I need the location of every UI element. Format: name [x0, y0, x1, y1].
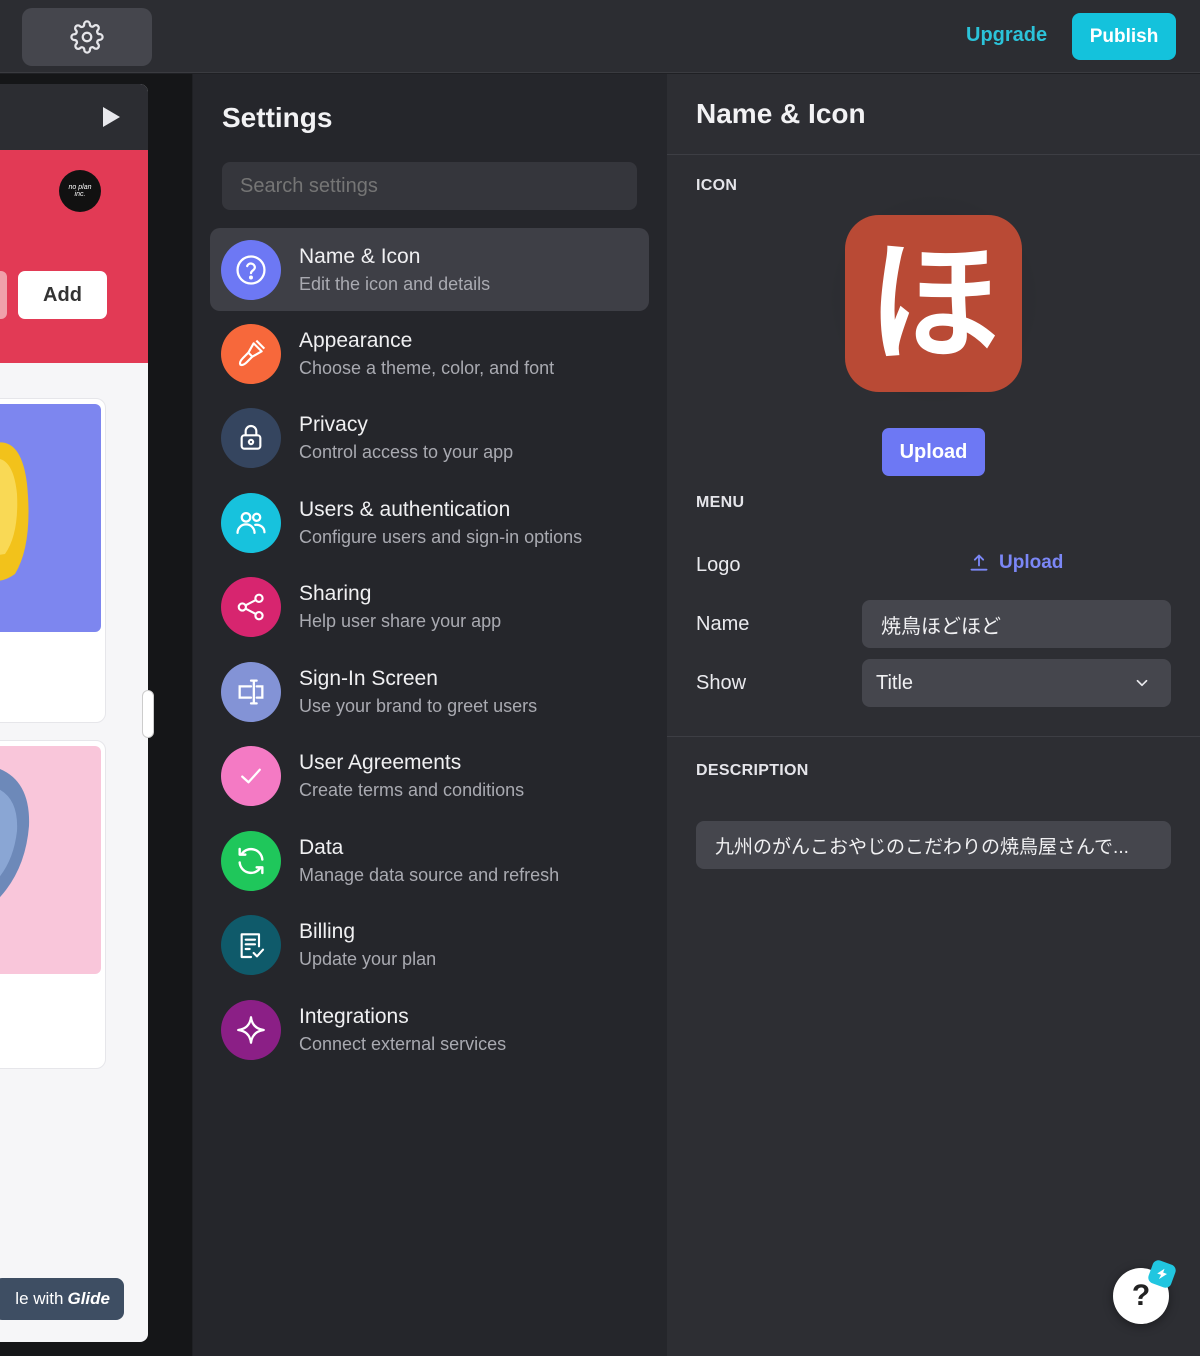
nav-icon-circle [221, 324, 281, 384]
description-section-label: DESCRIPTION [696, 762, 809, 779]
users-icon [236, 511, 266, 535]
show-select[interactable]: Title [862, 659, 1171, 707]
logo-upload-label: Upload [999, 552, 1064, 573]
nav-item-sharing[interactable]: Sharing Help user share your app [210, 565, 649, 648]
upgrade-link[interactable]: Upgrade [966, 24, 1047, 47]
logo-upload-button[interactable]: Upload [969, 552, 1063, 574]
nav-item-label: Name & Icon [299, 245, 421, 268]
description-input[interactable]: 九州のがんこおやじのこだわりの焼鳥屋さんで... [696, 821, 1171, 869]
divider [667, 154, 1200, 155]
sparkle-icon [237, 1016, 265, 1044]
preview-button-stub[interactable] [0, 271, 7, 319]
preview-card[interactable] [0, 398, 106, 723]
nav-icon-circle [221, 1000, 281, 1060]
show-label: Show [696, 672, 747, 694]
publish-button[interactable]: Publish [1072, 13, 1176, 60]
nav-item-description: Use your brand to greet users [299, 696, 538, 716]
nav-item-description: Configure users and sign-in options [299, 527, 583, 547]
sign-in-icon [238, 679, 264, 705]
settings-title: Settings [222, 102, 333, 133]
settings-panel: Settings Name & Icon Edit the icon and d… [193, 74, 667, 1356]
nav-item-description: Choose a theme, color, and font [299, 358, 555, 378]
top-bar: Upgrade Publish [0, 0, 1200, 73]
icon-upload-button[interactable]: Upload [882, 428, 985, 476]
made-with-text: le with [15, 1289, 64, 1308]
nav-item-label: Users & authentication [299, 498, 511, 521]
preview-logo: no plan inc. [59, 170, 101, 212]
nav-icon-circle [221, 746, 281, 806]
preview-header [0, 84, 148, 150]
search-settings-input[interactable] [222, 162, 637, 210]
card-image [0, 746, 101, 974]
show-select-value: Title [876, 671, 914, 694]
nav-icon-circle [221, 915, 281, 975]
nav-item-privacy[interactable]: Privacy Control access to your app [210, 396, 649, 479]
nav-icon-circle [221, 408, 281, 468]
name-label: Name [696, 613, 750, 635]
resize-handle[interactable] [142, 690, 154, 738]
invoice-icon [240, 933, 265, 959]
nav-item-user-agreements[interactable]: User Agreements Create terms and conditi… [210, 734, 649, 817]
nav-item-data[interactable]: Data Manage data source and refresh [210, 819, 649, 902]
add-button[interactable]: Add [18, 271, 107, 319]
nav-item-sign-in-screen[interactable]: Sign-In Screen Use your brand to greet u… [210, 650, 649, 733]
nav-item-description: Create terms and conditions [299, 780, 525, 800]
nav-item-label: Privacy [299, 413, 368, 436]
nav-item-integrations[interactable]: Integrations Connect external services [210, 988, 649, 1071]
nav-item-label: User Agreements [299, 751, 462, 774]
made-with-glide-badge[interactable]: le with Glide [0, 1278, 124, 1320]
nav-icon-circle [221, 493, 281, 553]
nav-item-label: Appearance [299, 329, 413, 352]
nav-item-label: Data [299, 836, 344, 859]
gear-icon [70, 20, 104, 54]
detail-title: Name & Icon [696, 98, 866, 129]
nav-item-description: Control access to your app [299, 442, 514, 462]
nav-item-description: Manage data source and refresh [299, 865, 560, 885]
settings-button[interactable] [22, 8, 152, 66]
checkmark-icon [241, 768, 261, 784]
lock-icon [240, 425, 262, 450]
preview-card[interactable] [0, 740, 106, 1069]
nav-item-label: Billing [299, 920, 356, 943]
nav-icon-circle [221, 240, 281, 300]
glide-brand-text: Glide [67, 1289, 110, 1308]
nav-icon-circle [221, 831, 281, 891]
logo-label: Logo [696, 554, 741, 576]
play-icon[interactable] [100, 106, 122, 128]
nav-item-description: Connect external services [299, 1034, 507, 1054]
paintbrush-icon [238, 339, 266, 367]
refresh-icon [238, 847, 264, 875]
share-icon [237, 593, 264, 621]
app-preview: no plan inc. Add le with Glide [0, 84, 148, 1342]
nav-item-label: Integrations [299, 1005, 409, 1028]
nav-item-billing[interactable]: Billing Update your plan [210, 903, 649, 986]
name-input[interactable]: 焼鳥ほどほど [862, 600, 1171, 648]
divider [667, 736, 1200, 737]
nav-item-description: Help user share your app [299, 611, 502, 631]
card-image [0, 404, 101, 632]
nav-item-users-authentication[interactable]: Users & authentication Configure users a… [210, 481, 649, 564]
nav-item-name-icon[interactable]: Name & Icon Edit the icon and details [210, 228, 649, 311]
nav-icon-circle [221, 662, 281, 722]
question-circle-icon [236, 255, 266, 285]
nav-item-description: Update your plan [299, 949, 437, 969]
upload-icon [970, 554, 988, 571]
nav-item-appearance[interactable]: Appearance Choose a theme, color, and fo… [210, 312, 649, 395]
app-icon[interactable]: ほ [845, 215, 1022, 392]
name-icon-detail-panel: Name & Icon ICON ほ Upload MENU Logo Uplo… [667, 74, 1200, 1356]
nav-icon-circle [221, 577, 281, 637]
menu-section-label: MENU [696, 494, 745, 511]
chevron-down-icon [1136, 679, 1148, 687]
icon-section-label: ICON [696, 177, 738, 194]
nav-item-label: Sharing [299, 582, 372, 605]
nav-item-label: Sign-In Screen [299, 667, 438, 690]
nav-item-description: Edit the icon and details [299, 274, 491, 294]
